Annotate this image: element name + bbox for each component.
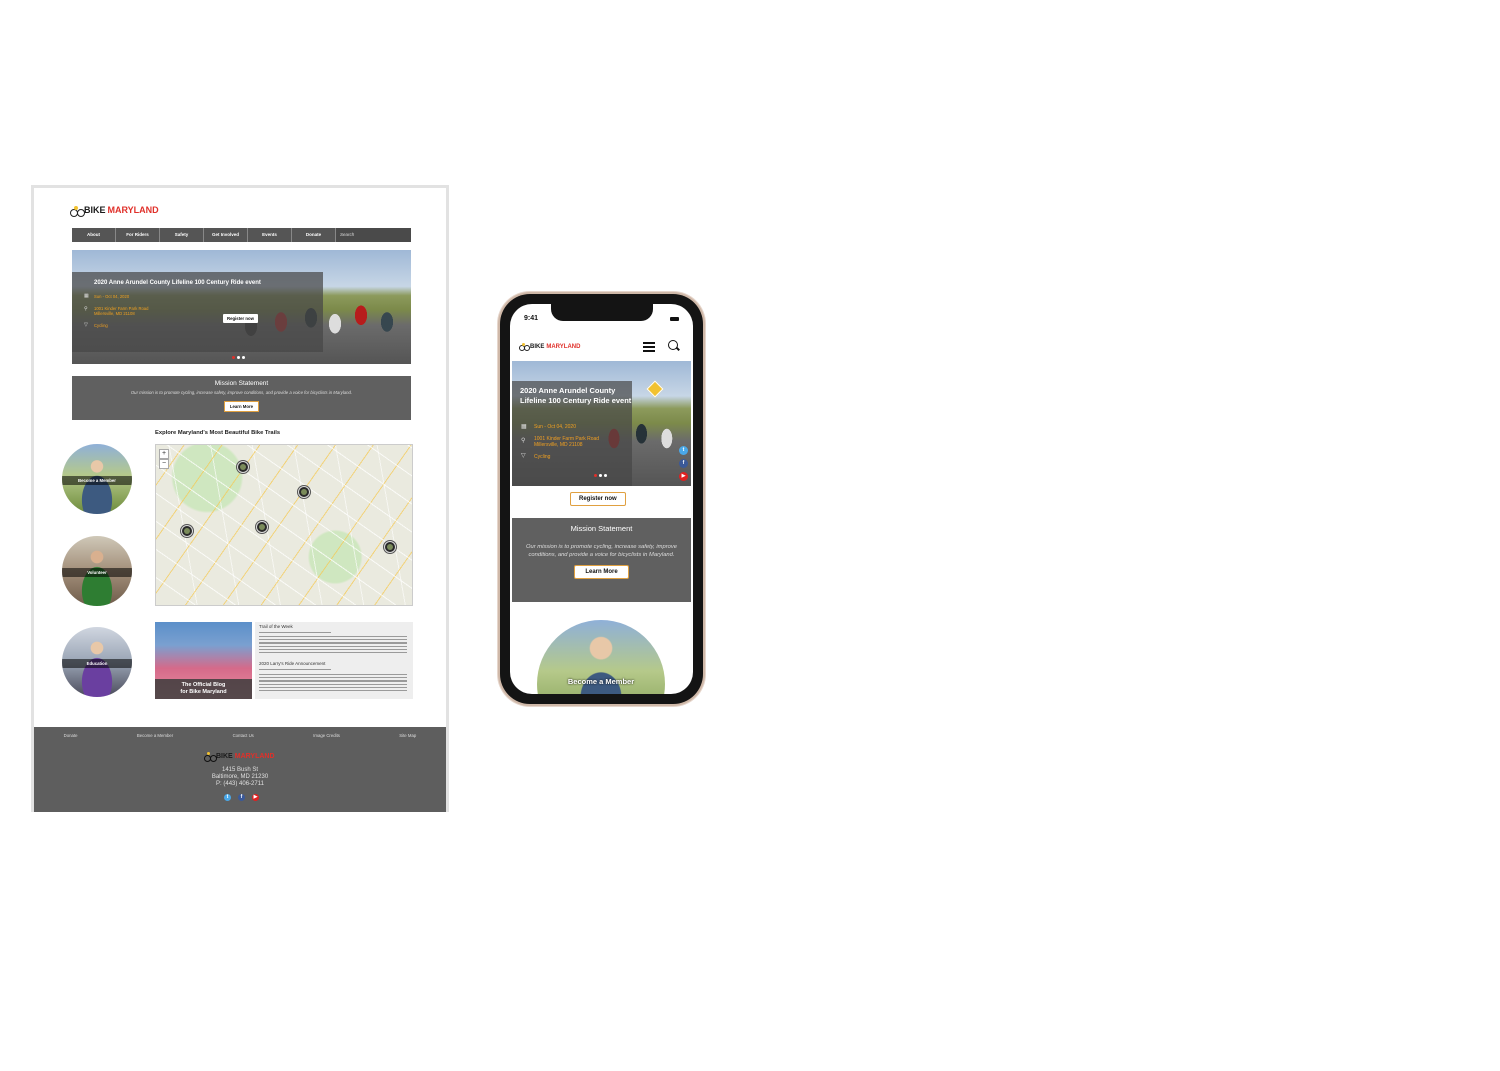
social-links: t f ▶	[224, 794, 259, 801]
calendar-icon: ▦	[521, 424, 527, 430]
footer-link-donate[interactable]: Donate	[64, 733, 78, 738]
divider	[259, 632, 331, 633]
footer-logo[interactable]: BIKE MARYLAND	[204, 752, 275, 762]
location-pin-icon: ⚲	[521, 438, 526, 444]
trail-marker[interactable]	[237, 461, 249, 473]
hero-banner: 2020 Anne Arundel County Lifeline 100 Ce…	[72, 250, 411, 364]
street: 1415 Bush St	[221, 767, 259, 773]
footer-link-member[interactable]: Become a Member	[137, 733, 173, 738]
trail-marker[interactable]	[298, 486, 310, 498]
nav-about[interactable]: About	[72, 228, 116, 242]
zoom-in-button[interactable]: +	[159, 449, 169, 459]
nav-donate[interactable]: Donate	[292, 228, 336, 242]
hamburger-menu-icon[interactable]	[643, 342, 655, 354]
become-member-label: Become a Member	[62, 476, 132, 486]
mission-statement: Mission Statement Our mission is to prom…	[512, 518, 691, 602]
phone: P: (443) 406-2711	[216, 781, 264, 787]
filter-icon: ▽	[84, 322, 88, 328]
event-address-line2: Millersville, MD 21108	[534, 442, 583, 448]
trails-map[interactable]: + −	[155, 444, 413, 606]
divider	[259, 669, 331, 670]
phone-mockup: 9:41 BIKE MARYLAND 2020 Anne Arundel Coun…	[500, 294, 703, 704]
hero-banner: 2020 Anne Arundel County Lifeline 100 Ce…	[512, 361, 691, 486]
event-date: Sun - Oct 04, 2020	[534, 424, 576, 430]
site-footer: Donate Become a Member Contact Us Image …	[34, 727, 446, 812]
location-pin-icon: ⚲	[84, 306, 88, 312]
search-input[interactable]: Search	[336, 228, 411, 242]
twitter-icon[interactable]: t	[679, 446, 688, 455]
trails-heading: Explore Maryland's Most Beautiful Bike T…	[155, 430, 281, 436]
bike-logo-icon	[519, 343, 530, 351]
twitter-icon[interactable]: t	[224, 794, 231, 801]
zoom-out-button[interactable]: −	[159, 459, 169, 469]
facebook-icon[interactable]: f	[238, 794, 245, 801]
mission-heading: Mission Statement	[570, 524, 633, 533]
become-member-label: Become a Member	[567, 677, 635, 686]
facebook-icon[interactable]: f	[679, 459, 688, 468]
learn-more-button[interactable]: Learn More	[223, 401, 260, 412]
event-category: Cycling	[534, 454, 551, 460]
learn-more-button[interactable]: Learn More	[574, 565, 629, 579]
phone-notch	[551, 304, 653, 321]
trail-marker[interactable]	[181, 525, 193, 537]
event-address-line2: Millersville, MD 21108	[94, 311, 135, 316]
nav-for-riders[interactable]: For Riders	[116, 228, 160, 242]
education-label: Education	[62, 659, 132, 669]
event-title: 2020 Anne Arundel County Lifeline 100 Ce…	[94, 280, 261, 286]
filter-icon: ▽	[521, 453, 526, 459]
become-member-circle[interactable]: Become a Member	[62, 444, 132, 514]
youtube-icon[interactable]: ▶	[679, 472, 688, 481]
search-icon[interactable]	[668, 340, 678, 350]
desktop-mockup: BIKE MARYLAND About For Riders Safety Get…	[31, 185, 449, 812]
trail-marker[interactable]	[256, 521, 268, 533]
social-links: t f ▶	[679, 446, 688, 481]
event-category: Cycling	[94, 323, 108, 328]
status-time: 9:41	[524, 315, 539, 322]
site-logo[interactable]: BIKE MARYLAND	[519, 343, 580, 351]
footer-link-contact[interactable]: Contact Us	[233, 733, 254, 738]
event-title: 2020 Anne Arundel County Lifeline 100 Ce…	[520, 386, 632, 405]
trail-marker[interactable]	[384, 541, 396, 553]
nav-get-involved[interactable]: Get Involved	[204, 228, 248, 242]
footer-link-sitemap[interactable]: Site Map	[399, 733, 416, 738]
footer-link-credits[interactable]: Image Credits	[313, 733, 340, 738]
mission-text: Our mission is to promote cycling, incre…	[526, 544, 677, 558]
mission-heading: Mission Statement	[214, 380, 269, 387]
mission-statement: Mission Statement Our mission is to prom…	[72, 376, 411, 420]
phone-screen: 9:41 BIKE MARYLAND 2020 Anne Arundel Coun…	[510, 304, 693, 694]
mission-text: Our mission is to promote cycling, incre…	[130, 390, 353, 395]
nav-safety[interactable]: Safety	[160, 228, 204, 242]
youtube-icon[interactable]: ▶	[252, 794, 259, 801]
become-member-circle[interactable]: Become a Member	[537, 620, 665, 694]
register-now-button[interactable]: Register now	[570, 492, 626, 506]
battery-icon	[670, 317, 679, 321]
blog-image[interactable]: The Official Blog for Bike Maryland	[155, 622, 252, 699]
main-nav: About For Riders Safety Get Involved Eve…	[72, 228, 411, 242]
nav-events[interactable]: Events	[248, 228, 292, 242]
volunteer-label: Volunteer	[62, 568, 132, 578]
larrys-ride-heading[interactable]: 2020 Larry's Ride Announcement	[259, 661, 325, 666]
carousel-dots[interactable]	[232, 356, 245, 359]
city: Baltimore, MD 21230	[211, 774, 269, 780]
register-now-button[interactable]: Register now	[223, 314, 258, 323]
bike-logo-icon	[70, 205, 85, 217]
trail-of-week-heading[interactable]: Trail of the Week	[259, 624, 293, 629]
blog-caption: The Official Blog for Bike Maryland	[155, 679, 252, 699]
education-circle[interactable]: Education	[62, 627, 132, 697]
site-logo[interactable]: BIKE MARYLAND	[70, 205, 159, 217]
post-excerpt	[259, 674, 407, 693]
volunteer-circle[interactable]: Volunteer	[62, 536, 132, 606]
footer-links: Donate Become a Member Contact Us Image …	[34, 733, 446, 738]
carousel-dots[interactable]	[594, 474, 607, 477]
calendar-icon: ▦	[84, 293, 89, 299]
bike-logo-icon	[204, 752, 217, 762]
post-excerpt	[259, 636, 407, 655]
event-date: Sun - Oct 04, 2020	[94, 294, 130, 299]
footer-address: 1415 Bush St Baltimore, MD 21230 P: (443…	[34, 767, 446, 788]
blog-posts: Trail of the Week 2020 Larry's Ride Anno…	[255, 622, 413, 699]
